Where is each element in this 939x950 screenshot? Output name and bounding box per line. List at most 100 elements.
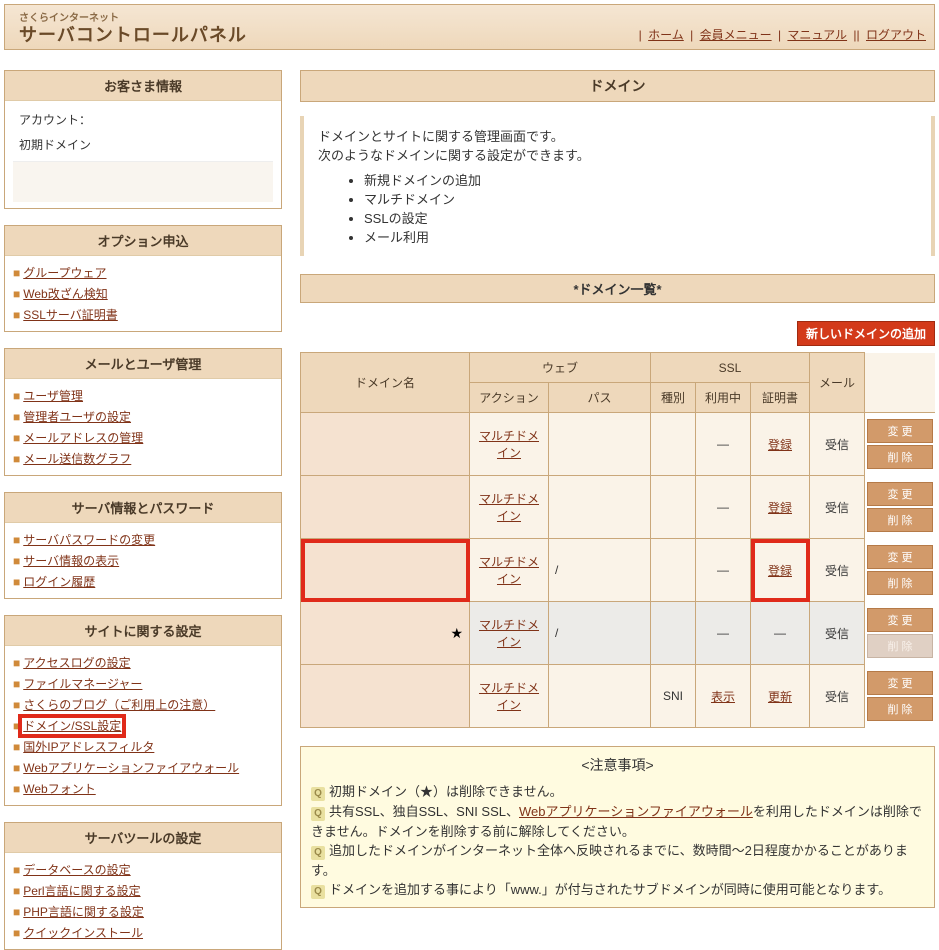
panel-mail-link-2[interactable]: メールアドレスの管理	[23, 431, 143, 445]
panel-tool-link-3[interactable]: クイックインストール	[23, 926, 143, 940]
multidomain-link[interactable]: マルチドメイン	[479, 618, 539, 649]
delete-button[interactable]: 削 除	[867, 508, 933, 532]
delete-button[interactable]: 削 除	[867, 445, 933, 469]
ssl-cert-link[interactable]: 登録	[768, 438, 792, 452]
bullet-icon: ■	[13, 719, 20, 733]
change-button[interactable]: 変 更	[867, 545, 933, 569]
star-icon: ★	[450, 625, 463, 642]
panel-site-link-4[interactable]: 国外IPアドレスフィルタ	[23, 740, 154, 754]
intro-item-0: 新規ドメインの追加	[364, 170, 917, 189]
ssl-type-cell: SNI	[651, 665, 696, 728]
ssl-cert-link[interactable]: 登録	[768, 501, 792, 515]
notice-title: <注意事項>	[311, 755, 924, 775]
delete-button[interactable]: 削 除	[867, 697, 933, 721]
panel-site-link-2[interactable]: さくらのブログ（ご利用上の注意）	[23, 698, 215, 712]
panel-mail: メールとユーザ管理■ユーザ管理■管理者ユーザの設定■メールアドレスの管理■メール…	[4, 348, 282, 476]
notice-4: ドメインを追加する事により「www.」が付与されたサブドメインが同時に使用可能と…	[329, 882, 891, 897]
ssl-inuse-cell: —	[696, 413, 751, 476]
bullet-icon: ■	[13, 389, 20, 403]
multidomain-link[interactable]: マルチドメイン	[479, 681, 539, 712]
panel-site-link-6[interactable]: Webフォント	[23, 782, 95, 796]
delete-button[interactable]: 削 除	[867, 571, 933, 595]
ssl-inuse-link[interactable]: 表示	[711, 690, 735, 704]
page-title: ドメイン	[300, 70, 935, 102]
bullet-icon: ■	[13, 905, 20, 919]
row-actions: 変 更削 除	[865, 413, 936, 476]
table-row: マルチドメイン—登録受信変 更削 除	[301, 476, 936, 539]
panel-mail-link-0[interactable]: ユーザ管理	[23, 389, 83, 403]
panel-site-link-5[interactable]: Webアプリケーションファイアウォール	[23, 761, 239, 775]
panel-site-link-0[interactable]: アクセスログの設定	[23, 656, 130, 670]
initdomain-label: 初期ドメイン	[19, 138, 91, 152]
panel-server-link-1[interactable]: サーバ情報の表示	[23, 554, 119, 568]
add-domain-button[interactable]: 新しいドメインの追加	[797, 321, 935, 346]
nav-manual[interactable]: マニュアル	[787, 28, 847, 42]
nav-member[interactable]: 会員メニュー	[700, 28, 772, 42]
bullet-icon: ■	[13, 884, 20, 898]
nav-logout[interactable]: ログアウト	[866, 28, 926, 42]
th-mail: メール	[810, 353, 865, 413]
panel-server-link-2[interactable]: ログイン履歴	[23, 575, 95, 589]
panel-option-link-2[interactable]: SSLサーバ証明書	[23, 308, 118, 322]
panel-mail-link-3[interactable]: メール送信数グラフ	[23, 452, 131, 466]
panel-customer-body: アカウント： 初期ドメイン	[5, 101, 281, 208]
change-button[interactable]: 変 更	[867, 482, 933, 506]
row-actions: 変 更削 除	[865, 539, 936, 602]
domain-name-cell	[301, 476, 470, 539]
nav-home[interactable]: ホーム	[648, 28, 684, 42]
intro-item-3: メール利用	[364, 227, 917, 246]
row-actions: 変 更削 除	[865, 665, 936, 728]
ssl-cert-cell: 登録	[751, 476, 810, 539]
table-row: マルチドメイン/—登録受信変 更削 除	[301, 539, 936, 602]
ssl-type-cell	[651, 539, 696, 602]
table-row: マルチドメイン SNI 表示 更新 受信変 更削 除	[301, 665, 936, 728]
info-icon: Q	[311, 885, 325, 899]
intro-list: 新規ドメインの追加マルチドメインSSLの設定メール利用	[364, 170, 917, 246]
panel-option-link-0[interactable]: グループウェア	[23, 266, 106, 280]
top-nav: | ホーム | 会員メニュー | マニュアル || ログアウト	[636, 26, 926, 43]
panel-tool-link-1[interactable]: Perl言語に関する設定	[23, 884, 140, 898]
th-type: 種別	[651, 383, 696, 413]
bullet-icon: ■	[13, 656, 20, 670]
change-button[interactable]: 変 更	[867, 419, 933, 443]
bullet-icon: ■	[13, 266, 20, 280]
intro-item-2: SSLの設定	[364, 208, 917, 227]
action-cell: マルチドメイン	[470, 665, 549, 728]
ssl-cert-cell: 登録	[751, 413, 810, 476]
panel-option-link-1[interactable]: Web改ざん検知	[23, 287, 107, 301]
ssl-cert-link[interactable]: 登録	[768, 564, 792, 578]
mail-cell: 受信	[810, 665, 865, 728]
bullet-icon: ■	[13, 575, 20, 589]
panel-mail-title: メールとユーザ管理	[5, 349, 281, 379]
path-cell	[549, 665, 651, 728]
panel-mail-link-1[interactable]: 管理者ユーザの設定	[23, 410, 131, 424]
panel-tool-link-0[interactable]: データベースの設定	[23, 863, 130, 877]
panel-site-body: ■アクセスログの設定■ファイルマネージャー■さくらのブログ（ご利用上の注意）■ド…	[5, 646, 281, 805]
multidomain-link[interactable]: マルチドメイン	[479, 555, 539, 586]
action-cell: マルチドメイン	[470, 413, 549, 476]
ssl-cert-link[interactable]: 更新	[768, 690, 792, 704]
panel-site-link-1[interactable]: ファイルマネージャー	[23, 677, 142, 691]
panel-server-link-0[interactable]: サーバパスワードの変更	[23, 533, 155, 547]
customer-blank	[13, 161, 273, 202]
ssl-inuse-cell: —	[696, 539, 751, 602]
th-path: パス	[549, 383, 651, 413]
notice-2-link[interactable]: Webアプリケーションファイアウォール	[519, 804, 753, 819]
mail-cell: 受信	[810, 539, 865, 602]
panel-tool-link-2[interactable]: PHP言語に関する設定	[23, 905, 144, 919]
bullet-icon: ■	[13, 554, 20, 568]
panel-site-link-3[interactable]: ドメイン/SSL設定	[23, 719, 121, 733]
ssl-cert-cell: 更新	[751, 665, 810, 728]
multidomain-link[interactable]: マルチドメイン	[479, 429, 539, 460]
intro-line2: 次のようなドメインに関する設定ができます。	[318, 145, 917, 164]
action-cell: マルチドメイン	[470, 476, 549, 539]
intro-box: ドメインとサイトに関する管理画面です。 次のようなドメインに関する設定ができます…	[300, 116, 935, 256]
row-actions: 変 更削 除	[865, 602, 936, 665]
panel-site: サイトに関する設定■アクセスログの設定■ファイルマネージャー■さくらのブログ（ご…	[4, 615, 282, 806]
change-button[interactable]: 変 更	[867, 608, 933, 632]
ssl-type-cell	[651, 413, 696, 476]
table-row: マルチドメイン—登録受信変 更削 除	[301, 413, 936, 476]
row-actions: 変 更削 除	[865, 476, 936, 539]
change-button[interactable]: 変 更	[867, 671, 933, 695]
multidomain-link[interactable]: マルチドメイン	[479, 492, 539, 523]
